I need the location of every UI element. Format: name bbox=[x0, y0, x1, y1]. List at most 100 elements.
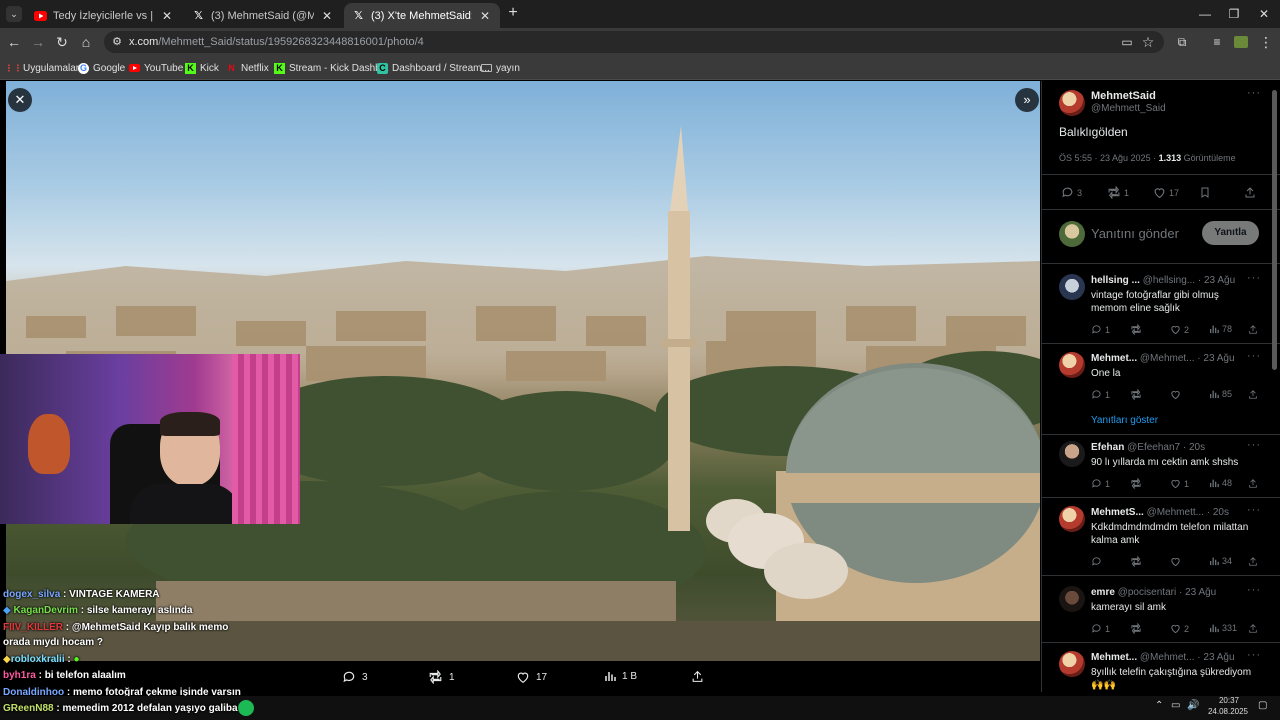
notification-icon[interactable]: ▢ bbox=[1258, 700, 1267, 711]
bookmark-youtube[interactable]: YouTube bbox=[129, 60, 183, 76]
close-icon[interactable]: ✕ bbox=[320, 9, 334, 23]
tab-search-button[interactable]: ⌄ bbox=[6, 6, 22, 22]
taskbar-time[interactable]: 20:37 bbox=[1207, 696, 1251, 705]
tweet-share-button[interactable] bbox=[1244, 186, 1259, 199]
reply-views-button[interactable]: 48 bbox=[1209, 478, 1232, 488]
reply-avatar[interactable] bbox=[1059, 274, 1085, 300]
reply-views-button[interactable]: 34 bbox=[1209, 556, 1232, 566]
reply-author[interactable]: Mehmet... @Mehmet... · 23 Ağu bbox=[1091, 652, 1235, 663]
sidebar-scrollbar[interactable] bbox=[1272, 90, 1277, 370]
bookmark-kick-dashboard[interactable]: K Stream - Kick Dashb... bbox=[274, 60, 389, 76]
more-options-icon[interactable]: ··· bbox=[1247, 350, 1261, 362]
reply-reply-button[interactable]: 1 bbox=[1091, 478, 1110, 489]
restore-icon[interactable]: ❐ bbox=[1221, 5, 1247, 23]
author-avatar[interactable] bbox=[1059, 90, 1085, 116]
reply-repost-button[interactable] bbox=[1130, 623, 1145, 634]
reply-like-button[interactable]: 1 bbox=[1170, 478, 1189, 489]
tweet-like-button[interactable]: 17 bbox=[1153, 186, 1179, 199]
more-options-icon[interactable]: ··· bbox=[1247, 649, 1261, 661]
reply-avatar[interactable] bbox=[1059, 651, 1085, 677]
photo-share-button[interactable] bbox=[691, 670, 710, 683]
reply-like-button[interactable]: 2 bbox=[1170, 324, 1189, 335]
tab-youtube[interactable]: Tedy İzleyicilerle vs | CS2 - YouTube ✕ bbox=[26, 3, 182, 28]
reply-author[interactable]: hellsing ... @hellsing... · 23 Ağu bbox=[1091, 275, 1235, 286]
extensions-icon[interactable]: ⧉ bbox=[1173, 33, 1191, 51]
close-icon[interactable]: ✕ bbox=[160, 9, 174, 23]
network-icon[interactable]: ▭ bbox=[1171, 700, 1180, 711]
bookmark-folder-yayin[interactable]: yayın bbox=[481, 60, 520, 76]
reply-repost-button[interactable] bbox=[1130, 324, 1145, 335]
bookmark-kick[interactable]: K Kick bbox=[185, 60, 219, 76]
menu-icon[interactable]: ⋮ bbox=[1257, 33, 1275, 51]
spotify-icon[interactable] bbox=[238, 700, 254, 716]
photo-repost-button[interactable]: 1 bbox=[428, 670, 455, 684]
reply-input[interactable]: Yanıtını gönder bbox=[1091, 227, 1179, 240]
reply-share-button[interactable] bbox=[1248, 389, 1261, 400]
forward-icon[interactable]: → bbox=[29, 33, 47, 51]
author-handle[interactable]: @Mehmett_Said bbox=[1091, 103, 1166, 114]
bookmark-star-icon[interactable]: ☆ bbox=[1139, 33, 1157, 51]
reply-repost-button[interactable] bbox=[1130, 556, 1145, 567]
tweet-repost-button[interactable]: 1 bbox=[1107, 186, 1129, 199]
reply-avatar[interactable] bbox=[1059, 352, 1085, 378]
more-options-icon[interactable]: ··· bbox=[1247, 439, 1261, 451]
reading-list-icon[interactable]: ≡ bbox=[1208, 33, 1226, 51]
new-tab-button[interactable]: + bbox=[505, 5, 521, 21]
reload-icon[interactable]: ↻ bbox=[53, 33, 71, 51]
reply-author[interactable]: MehmetS... @Mehmett... · 20s bbox=[1091, 507, 1229, 518]
bookmark-apps[interactable]: ⋮⋮ Uygulamalar bbox=[5, 60, 80, 76]
reply-reply-button[interactable]: 1 bbox=[1091, 324, 1110, 335]
more-options-icon[interactable]: ··· bbox=[1247, 584, 1261, 596]
reply-like-button[interactable] bbox=[1170, 556, 1184, 567]
reply-repost-button[interactable] bbox=[1130, 389, 1145, 400]
site-info-icon[interactable]: ⚙ bbox=[108, 33, 126, 51]
close-window-icon[interactable]: ✕ bbox=[1251, 5, 1277, 23]
reply-author[interactable]: emre @pocisentari · 23 Ağu bbox=[1091, 587, 1216, 598]
reply-views-button[interactable]: 78 bbox=[1209, 324, 1232, 334]
minimize-icon[interactable]: — bbox=[1192, 5, 1218, 23]
tray-chevron-icon[interactable]: ⌃ bbox=[1155, 700, 1163, 711]
more-options-icon[interactable]: ··· bbox=[1247, 272, 1261, 284]
more-options-icon[interactable]: ··· bbox=[1247, 87, 1261, 99]
reply-reply-button[interactable]: 1 bbox=[1091, 623, 1110, 634]
photo-views-button[interactable]: 1 B bbox=[604, 670, 637, 682]
reply-submit-button[interactable]: Yanıtla bbox=[1202, 221, 1259, 245]
bookmark-google[interactable]: G Google bbox=[78, 60, 125, 76]
reply-avatar[interactable] bbox=[1059, 506, 1085, 532]
reply-reply-button[interactable]: 1 bbox=[1091, 389, 1110, 400]
reply-views-button[interactable]: 331 bbox=[1209, 623, 1237, 633]
reply-like-button[interactable]: 2 bbox=[1170, 623, 1189, 634]
back-icon[interactable]: ← bbox=[5, 33, 23, 51]
user-avatar[interactable] bbox=[1059, 221, 1085, 247]
reply-author[interactable]: Mehmet... @Mehmet... · 23 Ağu bbox=[1091, 353, 1235, 364]
tab-x-status[interactable]: 𝕏 (3) X'te MehmetSaid: "Balıklıgölden" ✕ bbox=[344, 3, 500, 28]
reply-like-button[interactable] bbox=[1170, 389, 1184, 400]
photo-reply-button[interactable]: 3 bbox=[342, 670, 368, 684]
reply-share-button[interactable] bbox=[1248, 623, 1261, 634]
volume-icon[interactable]: 🔊 bbox=[1187, 700, 1199, 711]
cast-icon[interactable]: ▭ bbox=[1118, 33, 1136, 51]
reply-author[interactable]: Efehan @Efeehan7 · 20s bbox=[1091, 442, 1205, 453]
photo-like-button[interactable]: 17 bbox=[516, 670, 547, 684]
bookmark-netflix[interactable]: N Netflix bbox=[226, 60, 269, 76]
reply-repost-button[interactable] bbox=[1130, 478, 1145, 489]
more-options-icon[interactable]: ··· bbox=[1247, 504, 1261, 516]
reply-reply-button[interactable] bbox=[1091, 556, 1105, 567]
reply-avatar[interactable] bbox=[1059, 441, 1085, 467]
reply-share-button[interactable] bbox=[1248, 556, 1261, 567]
show-replies-link[interactable]: Yanıtları göster bbox=[1091, 414, 1158, 427]
author-name[interactable]: MehmetSaid bbox=[1091, 90, 1156, 102]
collapse-sidebar-button[interactable]: » bbox=[1015, 88, 1039, 112]
reply-share-button[interactable] bbox=[1248, 478, 1261, 489]
close-icon[interactable]: ✕ bbox=[478, 9, 492, 23]
close-viewer-button[interactable]: ✕ bbox=[8, 88, 32, 112]
bookmark-stream-dashboard[interactable]: C Dashboard / Stream... bbox=[377, 60, 490, 76]
profile-icon[interactable] bbox=[1232, 33, 1250, 51]
tweet-reply-button[interactable]: 3 bbox=[1061, 186, 1082, 199]
reply-avatar[interactable] bbox=[1059, 586, 1085, 612]
tweet-bookmark-button[interactable] bbox=[1199, 186, 1214, 199]
taskbar-date[interactable]: 24.08.2025 bbox=[1203, 707, 1253, 716]
home-icon[interactable]: ⌂ bbox=[77, 33, 95, 51]
reply-share-button[interactable] bbox=[1248, 324, 1261, 335]
url-text[interactable]: x.com/Mehmett_Said/status/19592683234488… bbox=[129, 36, 424, 48]
